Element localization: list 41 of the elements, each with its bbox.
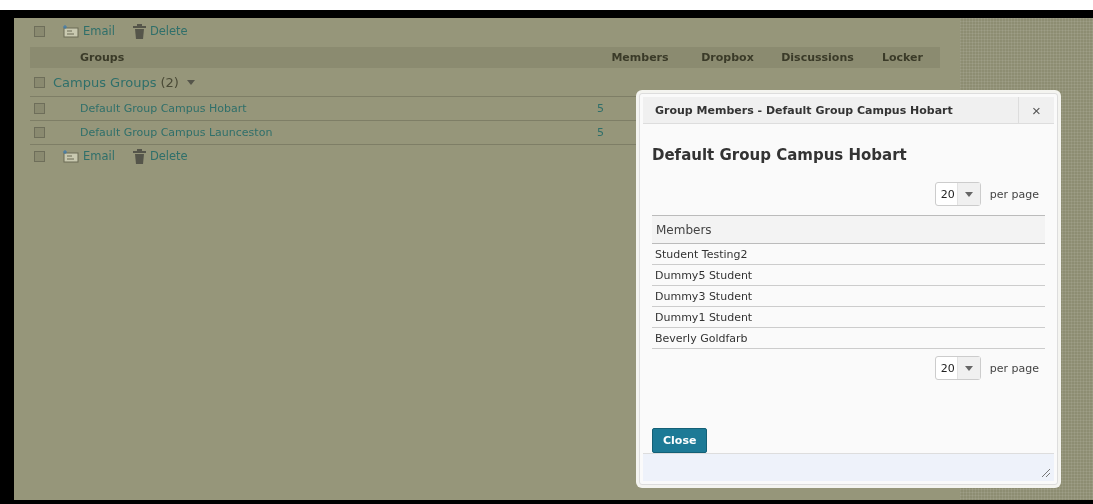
column-header[interactable]: Discussions	[770, 51, 865, 64]
checkbox[interactable]	[34, 25, 45, 37]
member-name: Student Testing2	[652, 244, 1045, 266]
email-icon	[63, 149, 79, 163]
trash-icon	[132, 23, 146, 39]
group-count: (2)	[160, 74, 179, 90]
caret-icon[interactable]	[186, 78, 195, 86]
column-header[interactable]: Members	[595, 51, 685, 64]
delete-link[interactable]: Delete	[132, 23, 188, 39]
trash-icon	[132, 148, 146, 164]
per-page-label: per page	[989, 188, 1039, 201]
per-page-dropdown[interactable]: 20	[934, 182, 981, 207]
group-category[interactable]: Campus Groups	[53, 74, 157, 90]
column-header[interactable]: Groups	[30, 51, 595, 64]
dialog-title: Group Members - Default Group Campus Hobart	[654, 103, 954, 117]
members-count[interactable]: 5	[520, 102, 610, 115]
members-header: Members	[652, 215, 1045, 245]
caret-icon	[964, 192, 973, 197]
group-link[interactable]: Default Group Campus Launceston	[64, 126, 520, 139]
email-link[interactable]: Email	[63, 24, 115, 38]
email-icon	[63, 24, 79, 38]
delete-link[interactable]: Delete	[132, 148, 188, 164]
member-name: Dummy3 Student	[652, 286, 1045, 308]
member-name: Beverly Goldfarb	[652, 328, 1045, 350]
member-name: Dummy5 Student	[652, 265, 1045, 287]
group-link[interactable]: Default Group Campus Hobart	[64, 102, 520, 115]
checkbox[interactable]	[34, 127, 45, 138]
checkbox[interactable]	[34, 103, 45, 114]
resize-handle-icon[interactable]	[1041, 468, 1051, 478]
checkbox[interactable]	[34, 150, 45, 162]
email-link[interactable]: Email	[63, 149, 115, 163]
per-page-dropdown[interactable]: 20	[934, 356, 981, 381]
caret-icon	[964, 366, 973, 371]
column-header[interactable]: Dropbox	[685, 51, 770, 64]
per-page-label: per page	[989, 362, 1039, 375]
member-name: Dummy1 Student	[652, 307, 1045, 329]
members-count[interactable]: 5	[520, 126, 610, 139]
dialog-heading: Default Group Campus Hobart	[652, 146, 908, 165]
checkbox[interactable]	[34, 76, 45, 88]
column-header[interactable]: Locker	[865, 51, 940, 64]
close-button[interactable]: Close	[652, 428, 708, 454]
